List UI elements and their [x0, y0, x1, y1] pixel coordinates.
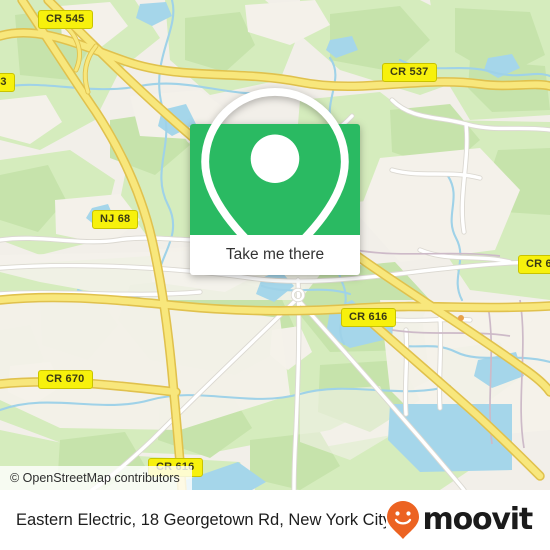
moovit-brand[interactable]: moovit [386, 500, 534, 540]
popup-header [190, 87, 360, 274]
road-shield-nj68: NJ 68 [92, 210, 139, 229]
popup-tail-arrow [261, 151, 289, 168]
road-shield-cr670: CR 670 [38, 370, 93, 389]
osm-attribution[interactable]: © OpenStreetMap contributors [0, 466, 192, 490]
map-pin-icon [201, 87, 349, 274]
moovit-wordmark: moovit [422, 502, 534, 537]
attribution-text: © OpenStreetMap contributors [10, 471, 180, 485]
road-shield-cr537: CR 537 [382, 63, 437, 82]
place-address-title: Eastern Electric, 18 Georgetown Rd, New … [16, 510, 386, 529]
road-shield-43: 43 [0, 73, 15, 92]
take-me-there-label: Take me there [225, 246, 325, 263]
map-canvas[interactable]: CR 545 CR 537 43 NJ 68 CR 61 CR 616 CR 6… [0, 0, 550, 490]
footer-bar: Eastern Electric, 18 Georgetown Rd, New … [0, 490, 550, 550]
road-shield-cr61-clipped: CR 61 [518, 255, 550, 274]
moovit-smiley-pin-icon [386, 501, 419, 539]
map-popup[interactable]: Take me there [190, 87, 360, 275]
road-shield-cr545: CR 545 [38, 10, 93, 29]
poi-dot [458, 315, 464, 321]
map-screenshot: CR 545 CR 537 43 NJ 68 CR 61 CR 616 CR 6… [0, 0, 550, 550]
